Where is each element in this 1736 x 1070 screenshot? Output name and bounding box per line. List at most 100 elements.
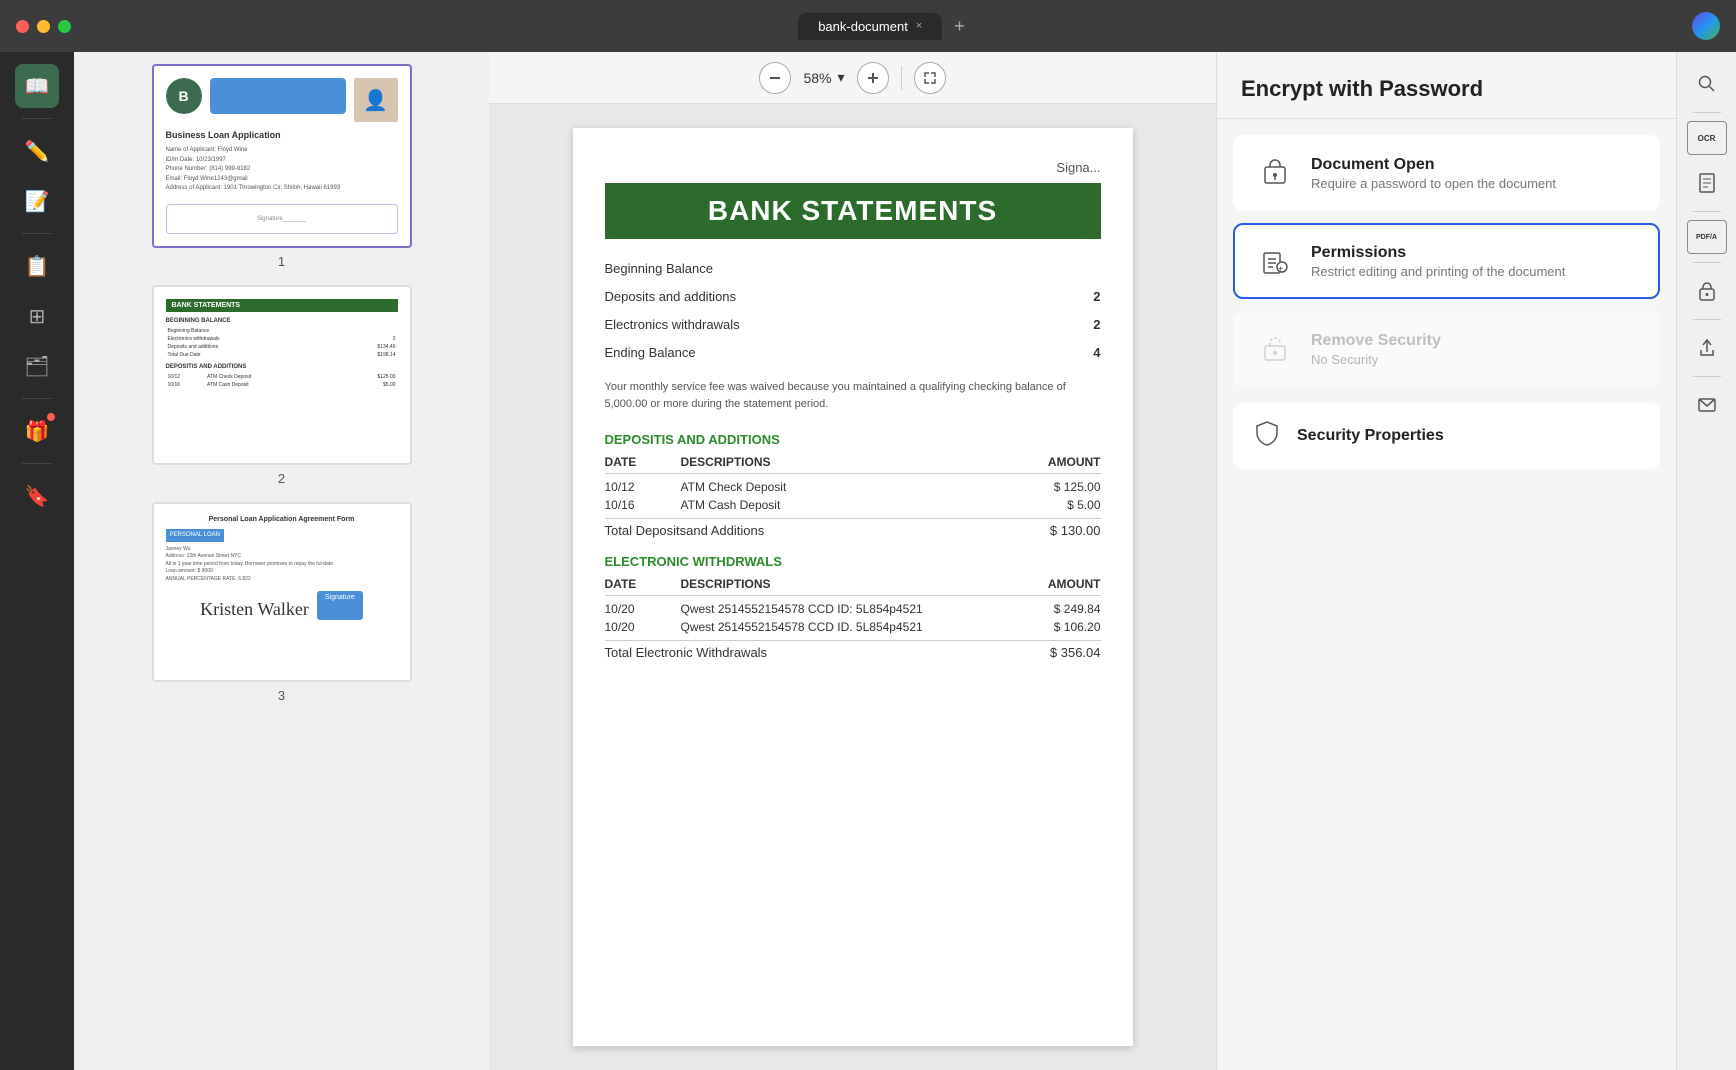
thumbnail-1[interactable]: B 👤 Business Loan Application Name of Ap…: [86, 64, 477, 269]
elec-row-2: 10/20 Qwest 2514552154578 CCD ID. 5L854p…: [605, 618, 1101, 636]
page1-fields: Name of Applicant: Floyd Wine ID/In Date…: [166, 146, 398, 194]
deposits-instalment: 2: [1093, 286, 1100, 308]
thumb-card-3[interactable]: Personal Loan Application Agreement Form…: [152, 502, 412, 682]
document-open-option[interactable]: Document Open Require a password to open…: [1233, 135, 1660, 211]
thumbnail-2[interactable]: BANK STATEMENTS BEGINNING BALANCE Beginn…: [86, 285, 477, 486]
electronics-table-header: DATE DESCRIPTIONS AMOUNT: [605, 577, 1101, 596]
elec-amount-header: AMOUNT: [1021, 577, 1101, 591]
bookmark-icon: 🔖: [25, 484, 50, 509]
remove-security-icon: [1255, 329, 1295, 369]
scan-button[interactable]: [1687, 163, 1727, 203]
sidebar-item-compare[interactable]: ⊞: [15, 294, 59, 338]
signature-line: Signature_______: [166, 204, 398, 234]
deposit-date-2: 10/16: [605, 498, 665, 512]
fit-page-button[interactable]: [914, 62, 946, 94]
sidebar-item-highlight[interactable]: ✏️: [15, 129, 59, 173]
sidebar-item-pages[interactable]: 📋: [15, 244, 59, 288]
ocr-button[interactable]: OCR: [1687, 121, 1727, 155]
sidebar-item-bookmark[interactable]: 🔖: [15, 474, 59, 518]
reader-icon: 📖: [25, 74, 50, 99]
service-fee-note: Your monthly service fee was waived beca…: [605, 379, 1101, 412]
sidebar-item-layers[interactable]: 🗂: [15, 344, 59, 388]
thumbnail-3[interactable]: Personal Loan Application Agreement Form…: [86, 502, 477, 703]
layers-icon: 🗂: [24, 354, 49, 379]
elec-row-1: 10/20 Qwest 2514552154578 CCD ID: 5L854p…: [605, 600, 1101, 618]
tab-bar: bank-document × +: [91, 12, 1680, 41]
thumbnail-panel: B 👤 Business Loan Application Name of Ap…: [74, 52, 489, 1070]
signature-area-top: Signa...: [605, 160, 1101, 175]
thumb-card-1[interactable]: B 👤 Business Loan Application Name of Ap…: [152, 64, 412, 248]
elec-amount-2: $ 106.20: [1021, 620, 1101, 634]
ocr-icon: OCR: [1687, 121, 1727, 155]
page3-content: PERSONAL LOAN Janney Wu Address: 12th Av…: [166, 529, 398, 584]
elec-date-1: 10/20: [605, 602, 665, 616]
deposits-label: Deposits and additions: [605, 286, 737, 308]
pdfa-button[interactable]: PDF/A: [1687, 220, 1727, 254]
row-ending: Ending Balance 4: [605, 339, 1101, 367]
thumb-label-3: 3: [278, 688, 285, 703]
permissions-option[interactable]: + Permissions Restrict editing and print…: [1233, 223, 1660, 299]
sidebar-item-reader[interactable]: 📖: [15, 64, 59, 108]
maximize-button[interactable]: [58, 20, 71, 33]
electronics-total: Total Electronic Withdrawals $ 356.04: [605, 640, 1101, 660]
active-tab[interactable]: bank-document ×: [798, 13, 942, 40]
zoom-in-button[interactable]: [857, 62, 889, 94]
page1-header: B 👤: [166, 78, 398, 122]
row-deposits: Deposits and additions 2: [605, 283, 1101, 311]
permissions-icon: +: [1255, 241, 1295, 281]
minimize-button[interactable]: [37, 20, 50, 33]
elec-date-2: 10/20: [605, 620, 665, 634]
close-button[interactable]: [16, 20, 29, 33]
sidebar-divider-1: [22, 118, 52, 119]
zoom-dropdown-icon[interactable]: ▾: [838, 69, 845, 86]
security-properties-option[interactable]: Security Properties: [1233, 403, 1660, 469]
thumb-card-2[interactable]: BANK STATEMENTS BEGINNING BALANCE Beginn…: [152, 285, 412, 465]
compare-icon: ⊞: [29, 304, 46, 329]
new-tab-button[interactable]: +: [946, 12, 973, 41]
sidebar-divider-2: [22, 233, 52, 234]
security-shield-icon: [1253, 419, 1281, 453]
tab-title: bank-document: [818, 19, 908, 34]
permissions-desc: Restrict editing and printing of the doc…: [1311, 264, 1638, 279]
tab-close-button[interactable]: ×: [916, 20, 922, 32]
thumb-label-2: 2: [278, 471, 285, 486]
page2-deposits-title: DEPOSITIS AND ADDITIONS: [166, 364, 398, 370]
electronics-total-value: $ 356.04: [1050, 645, 1101, 660]
ocr-label: OCR: [1698, 134, 1716, 143]
encrypt-panel-title: Encrypt with Password: [1241, 76, 1652, 102]
page3-title: Personal Loan Application Agreement Form: [166, 516, 398, 523]
document-open-text: Document Open Require a password to open…: [1311, 156, 1638, 191]
deposits-total-label: Total Depositsand Additions: [605, 523, 765, 538]
deposits-section-title: DEPOSITIS AND ADDITIONS: [605, 432, 1101, 447]
deposits-total: Total Depositsand Additions $ 130.00: [605, 518, 1101, 538]
deposit-row-2: 10/16 ATM Cash Deposit $ 5.00: [605, 496, 1101, 514]
sidebar-divider-4: [22, 463, 52, 464]
ending-balance-label: Ending Balance: [605, 342, 696, 364]
electronics-total-label: Total Electronic Withdrawals: [605, 645, 768, 660]
deposit-amount-1: $ 125.00: [1021, 480, 1101, 494]
descriptions-header: DESCRIPTIONS: [681, 455, 1005, 469]
balance-table: Beginning Balance Deposits and additions…: [605, 255, 1101, 367]
sidebar-item-annotate[interactable]: 📝: [15, 179, 59, 223]
page1-title: Business Loan Application: [166, 130, 398, 140]
share-button[interactable]: [1687, 328, 1727, 368]
beginning-balance-label: Beginning Balance: [605, 258, 713, 280]
deposit-row-1: 10/12 ATM Check Deposit $ 125.00: [605, 478, 1101, 496]
deposit-desc-1: ATM Check Deposit: [681, 480, 1005, 494]
search-button[interactable]: [1687, 64, 1727, 104]
zoom-level: 58%: [803, 70, 831, 86]
photo-placeholder: 👤: [354, 78, 398, 122]
mail-button[interactable]: [1687, 385, 1727, 425]
sidebar-item-gift[interactable]: 🎁: [15, 409, 59, 453]
thumb-label-1: 1: [278, 254, 285, 269]
toolbar: 58% ▾: [489, 52, 1216, 104]
lock-button[interactable]: [1687, 271, 1727, 311]
row-electronics: Electronics withdrawals 2: [605, 311, 1101, 339]
pdfa-label: PDF/A: [1696, 234, 1717, 241]
far-right-sidebar: OCR PDF/A: [1676, 52, 1736, 1070]
remove-security-option[interactable]: Remove Security No Security: [1233, 311, 1660, 387]
deposit-amount-2: $ 5.00: [1021, 498, 1101, 512]
annotate-icon: 📝: [25, 189, 50, 214]
company-logo: B: [166, 78, 202, 114]
zoom-out-button[interactable]: [759, 62, 791, 94]
